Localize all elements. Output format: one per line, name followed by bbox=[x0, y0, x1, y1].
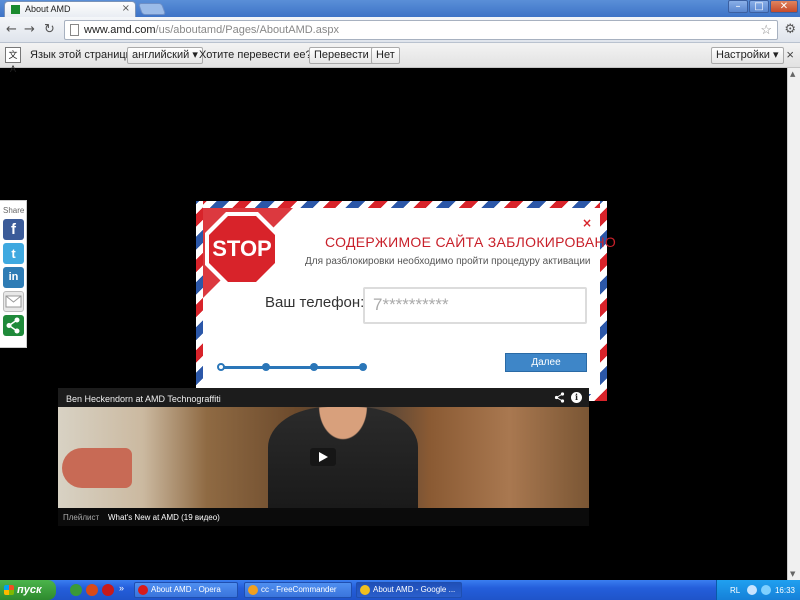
language-indicator[interactable]: RL bbox=[730, 586, 740, 595]
popup-close-icon[interactable]: × bbox=[582, 216, 592, 230]
linkedin-icon[interactable]: in bbox=[3, 267, 24, 288]
taskbar: пуск » About AMD - Opera cc - FreeComman… bbox=[0, 580, 800, 600]
next-button[interactable]: Далее bbox=[505, 353, 587, 372]
progress-line bbox=[221, 366, 364, 369]
start-label: пуск bbox=[17, 584, 42, 596]
phone-input[interactable]: 7********** bbox=[363, 287, 587, 324]
translate-icon: 文A bbox=[5, 47, 21, 74]
share-panel: Share f t in bbox=[0, 200, 27, 348]
page-icon bbox=[70, 24, 79, 36]
progress-step bbox=[359, 363, 367, 371]
quicklaunch-firefox-icon[interactable] bbox=[86, 584, 98, 596]
window-controls: – □ ✕ bbox=[728, 0, 798, 14]
tab-strip: About AMD × – □ ✕ bbox=[0, 0, 800, 17]
system-tray: RL 16:33 bbox=[716, 580, 800, 600]
tab-title: About AMD bbox=[25, 4, 71, 14]
scroll-up-icon[interactable]: ▲ bbox=[790, 70, 795, 78]
play-icon bbox=[319, 452, 328, 462]
playlist-label: Плейлист bbox=[63, 513, 100, 522]
tray-network-icon[interactable] bbox=[747, 585, 757, 595]
share-icon[interactable] bbox=[3, 315, 24, 336]
browser-toolbar: ← → ↻ www.amd.com/us/aboutamd/Pages/Abou… bbox=[0, 17, 800, 43]
taskbar-window-label: About AMD - Opera bbox=[151, 585, 221, 594]
quicklaunch-more-icon[interactable]: » bbox=[119, 583, 124, 593]
airmail-border-left bbox=[196, 201, 203, 401]
opera-icon bbox=[138, 585, 148, 595]
url-path: /us/aboutamd/Pages/AboutAMD.aspx bbox=[155, 24, 339, 36]
video-info-icon[interactable]: i bbox=[571, 392, 582, 403]
step-progress bbox=[217, 362, 368, 372]
amd-favicon-icon bbox=[11, 5, 20, 14]
quicklaunch-opera-icon[interactable] bbox=[102, 584, 114, 596]
popup-body: × STOP СОДЕРЖИМОЕ САЙТА ЗАБЛОКИРОВАНО Дл… bbox=[203, 208, 616, 394]
language-select[interactable]: английский ▾ bbox=[127, 47, 203, 64]
windows-logo-icon bbox=[4, 585, 14, 595]
share-label: Share bbox=[3, 206, 25, 215]
no-translate-button[interactable]: Нет bbox=[371, 47, 400, 64]
chrome-icon bbox=[360, 585, 370, 595]
screen: About AMD × – □ ✕ ← → ↻ www.amd.com/us/a… bbox=[0, 0, 800, 600]
url-text: www.amd.com/us/aboutamd/Pages/AboutAMD.a… bbox=[84, 24, 339, 36]
taskbar-window-label: cc - FreeCommander bbox=[261, 585, 337, 594]
progress-step bbox=[310, 363, 318, 371]
playlist-bar: Плейлист What's New at AMD (19 видео) bbox=[58, 508, 589, 526]
back-icon[interactable]: ← bbox=[6, 22, 17, 37]
new-tab-button[interactable] bbox=[137, 3, 167, 15]
translate-close-icon[interactable]: × bbox=[786, 47, 794, 62]
taskbar-window-opera[interactable]: About AMD - Opera bbox=[134, 582, 238, 598]
video-player[interactable]: Ben Heckendorn at AMD Technograffiti i П… bbox=[58, 388, 589, 526]
minimize-button[interactable]: – bbox=[728, 0, 748, 13]
popup-title: СОДЕРЖИМОЕ САЙТА ЗАБЛОКИРОВАНО bbox=[325, 234, 617, 250]
video-hand bbox=[62, 448, 132, 488]
taskbar-window-label: About AMD - Google ... bbox=[373, 585, 456, 594]
bookmark-star-icon[interactable]: ☆ bbox=[760, 22, 772, 38]
forward-icon[interactable]: → bbox=[24, 22, 35, 37]
email-icon[interactable] bbox=[3, 291, 24, 312]
phone-label: Ваш телефон: bbox=[265, 294, 365, 311]
translate-button[interactable]: Перевести bbox=[309, 47, 374, 64]
popup-subtitle: Для разблокировки необходимо пройти проц… bbox=[305, 256, 591, 267]
video-person bbox=[268, 407, 418, 508]
taskbar-window-freecommander[interactable]: cc - FreeCommander bbox=[244, 582, 352, 598]
wrench-icon[interactable]: ⚙ bbox=[784, 22, 796, 37]
url-host: www.amd.com bbox=[84, 24, 156, 36]
translate-bar: 文A Язык этой страницы: английский ▾ Хоти… bbox=[0, 43, 800, 74]
airmail-border-right bbox=[600, 201, 607, 401]
taskbar-window-chrome[interactable]: About AMD - Google ... bbox=[356, 582, 462, 598]
translate-question: Хотите перевести ее? bbox=[199, 49, 312, 61]
scroll-down-icon[interactable]: ▼ bbox=[790, 570, 795, 578]
browser-tab[interactable]: About AMD × bbox=[4, 1, 136, 17]
close-window-button[interactable]: ✕ bbox=[770, 0, 798, 13]
address-bar[interactable]: www.amd.com/us/aboutamd/Pages/AboutAMD.a… bbox=[64, 20, 778, 40]
tab-close-icon[interactable]: × bbox=[122, 3, 130, 14]
playlist-title[interactable]: What's New at AMD (19 видео) bbox=[108, 513, 220, 522]
translate-prompt: Язык этой страницы: bbox=[30, 49, 137, 61]
quicklaunch-chrome-icon[interactable] bbox=[70, 584, 82, 596]
video-share-icon[interactable] bbox=[554, 392, 565, 406]
facebook-icon[interactable]: f bbox=[3, 219, 24, 240]
twitter-icon[interactable]: t bbox=[3, 243, 24, 264]
start-button[interactable]: пуск bbox=[0, 580, 56, 600]
progress-step bbox=[262, 363, 270, 371]
airmail-border-top bbox=[196, 201, 607, 208]
vertical-scrollbar[interactable]: ▲ ▼ bbox=[787, 68, 800, 580]
maximize-button[interactable]: □ bbox=[749, 0, 769, 13]
stop-sign-text: STOP bbox=[212, 236, 272, 261]
blocked-popup: × STOP СОДЕРЖИМОЕ САЙТА ЗАБЛОКИРОВАНО Дл… bbox=[196, 201, 616, 401]
progress-step bbox=[217, 363, 225, 371]
play-button[interactable] bbox=[310, 448, 336, 466]
video-title[interactable]: Ben Heckendorn at AMD Technograffiti bbox=[66, 394, 221, 404]
stop-sign-icon: STOP bbox=[203, 210, 281, 292]
freecommander-icon bbox=[248, 585, 258, 595]
reload-icon[interactable]: ↻ bbox=[44, 22, 55, 37]
clock: 16:33 bbox=[774, 586, 795, 595]
tray-volume-icon[interactable] bbox=[761, 585, 771, 595]
translate-settings-button[interactable]: Настройки ▾ bbox=[711, 47, 784, 64]
